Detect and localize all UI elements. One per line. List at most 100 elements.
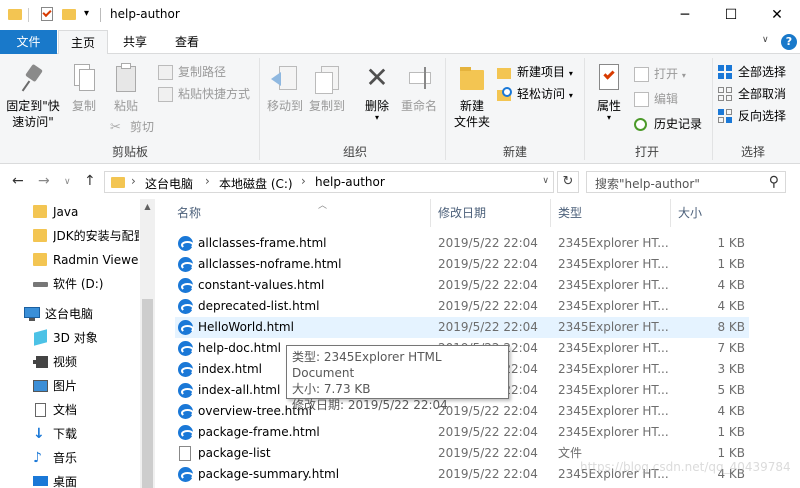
refresh-button[interactable]: ↻ (557, 171, 579, 193)
breadcrumb-local-disk[interactable]: 本地磁盘 (C:) (219, 175, 293, 192)
new-item-dropdown-icon: ▾ (568, 69, 573, 78)
file-size: 1 KB (717, 425, 745, 439)
new-folder-quick-icon[interactable] (62, 6, 76, 22)
paste-shortcut-button[interactable]: 粘贴快捷方式 (158, 84, 250, 104)
breadcrumb-help-author[interactable]: help-author (315, 175, 385, 189)
copy-button[interactable]: 复制 (64, 56, 104, 114)
maximize-button[interactable]: ☐ (708, 0, 754, 30)
copy-icon (68, 62, 100, 94)
nav-item-label: 3D 对象 (53, 331, 98, 345)
delete-dropdown-icon: ▾ (374, 113, 379, 122)
file-type: 2345Explorer HT... (558, 257, 669, 271)
scroll-thumb[interactable] (142, 299, 153, 488)
drive-icon (33, 277, 49, 291)
column-header-name[interactable]: ︿ 名称 (177, 199, 327, 227)
column-divider[interactable] (670, 199, 671, 227)
move-to-button[interactable]: 移动到 (264, 56, 306, 114)
nav-item-label: 文档 (53, 403, 78, 417)
title-separator (100, 8, 101, 22)
select-none-button[interactable]: 全部取消 (718, 84, 786, 104)
html-file-icon (178, 383, 194, 398)
video-icon (33, 355, 49, 369)
file-row[interactable]: package-frame.html 2019/5/22 22:04 2345Exp… (175, 422, 749, 443)
music-icon: ♪ (33, 450, 42, 466)
file-size: 1 KB (717, 257, 745, 271)
properties-quick-icon[interactable] (40, 6, 54, 22)
delete-button[interactable]: ✕ 删除 ▾ (360, 56, 394, 122)
breadcrumb-this-pc[interactable]: 这台电脑 (145, 175, 193, 192)
html-file-icon (178, 299, 194, 314)
tab-file[interactable]: 文件 (0, 30, 57, 54)
pin-quick-access-button[interactable]: 固定到"快速访问" (4, 56, 62, 130)
search-input[interactable]: 搜索"help-author" ⚲ (586, 171, 786, 193)
paste-button[interactable]: 粘贴 (106, 56, 146, 114)
tab-view[interactable]: 查看 (162, 30, 212, 54)
computer-icon (24, 307, 40, 321)
help-icon[interactable]: ? (781, 34, 797, 50)
refresh-icon: ↻ (562, 174, 574, 189)
invert-selection-icon (718, 109, 733, 124)
column-header-size[interactable]: 大小 (678, 199, 702, 227)
up-arrow-icon[interactable]: ↑ (84, 173, 96, 189)
cut-label: 剪切 (130, 120, 155, 134)
qa-dropdown-icon[interactable]: ▾ (84, 6, 98, 22)
edit-button[interactable]: 编辑 (634, 89, 678, 109)
html-file-icon (178, 257, 194, 272)
back-arrow-icon[interactable]: ← (12, 173, 24, 189)
file-name: allclasses-noframe.html (198, 257, 342, 271)
file-name: package-frame.html (198, 425, 320, 439)
file-date: 2019/5/22 22:04 (438, 278, 538, 292)
history-button[interactable]: 历史记录 (634, 114, 702, 134)
minimize-button[interactable]: ─ (662, 0, 708, 30)
file-size: 4 KB (717, 278, 745, 292)
file-row[interactable]: constant-values.html 2019/5/22 22:04 2345E… (175, 275, 749, 296)
pictures-icon (33, 379, 49, 393)
nav-scrollbar[interactable]: ▲ (140, 199, 155, 488)
file-row[interactable]: allclasses-frame.html 2019/5/22 22:04 2345… (175, 233, 749, 254)
new-folder-button[interactable]: 新建 文件夹 (450, 56, 494, 130)
group-separator (712, 58, 713, 160)
generic-file-icon (179, 446, 191, 461)
column-divider[interactable] (550, 199, 551, 227)
address-dropdown-icon[interactable]: ∨ (542, 176, 549, 186)
folder-icon (33, 229, 49, 243)
properties-button[interactable]: 属性 ▾ (590, 56, 628, 122)
forward-arrow-icon[interactable]: → (38, 173, 50, 189)
file-date: 2019/5/22 22:04 (438, 467, 538, 481)
scroll-up-arrow-icon[interactable]: ▲ (140, 199, 155, 214)
file-row[interactable]: HelloWorld.html 2019/5/22 22:04 2345Explor… (175, 317, 749, 338)
copy-path-button[interactable]: 复制路径 (158, 62, 226, 82)
nav-item-label: Radmin Viewer (53, 253, 139, 267)
copy-path-icon (158, 65, 173, 80)
scissors-icon: ✂ (110, 120, 121, 135)
file-row[interactable]: allclasses-noframe.html 2019/5/22 22:04 23… (175, 254, 749, 275)
column-header-type[interactable]: 类型 (558, 199, 582, 227)
easy-access-button[interactable]: 轻松访问 ▾ (497, 84, 573, 104)
folder-icon (33, 253, 49, 267)
column-divider[interactable] (430, 199, 431, 227)
recent-locations-icon[interactable]: ∨ (64, 177, 71, 187)
close-button[interactable]: ✕ (754, 0, 800, 30)
file-type: 2345Explorer HT... (558, 320, 669, 334)
collapse-ribbon-icon[interactable]: ∨ (762, 35, 769, 45)
file-row[interactable]: deprecated-list.html 2019/5/22 22:04 2345E… (175, 296, 749, 317)
address-bar[interactable]: › 这台电脑 › 本地磁盘 (C:) › help-author ∨ (104, 171, 554, 193)
invert-selection-button[interactable]: 反向选择 (718, 106, 786, 126)
file-type: 2345Explorer HT... (558, 362, 669, 376)
folder-icon[interactable] (8, 6, 22, 22)
rename-button[interactable]: 重命名 (398, 56, 440, 114)
cut-button[interactable]: ✂ 剪切 (110, 117, 154, 137)
tab-share[interactable]: 共享 (110, 30, 160, 54)
move-to-icon (269, 62, 301, 94)
paste-shortcut-icon (158, 87, 173, 102)
tab-home[interactable]: 主页 (58, 30, 108, 55)
new-item-button[interactable]: 新建项目 ▾ (497, 62, 573, 82)
copy-to-button[interactable]: 复制到 (306, 56, 348, 114)
file-name: allclasses-frame.html (198, 236, 327, 250)
file-date: 2019/5/22 22:04 (438, 299, 538, 313)
ribbon-tabs: 文件 主页 共享 查看 ∨ ? (0, 30, 800, 55)
column-header-date[interactable]: 修改日期 (438, 199, 486, 227)
select-all-button[interactable]: 全部选择 (718, 62, 786, 82)
open-button[interactable]: 打开 ▾ (634, 64, 686, 84)
file-size: 7 KB (717, 341, 745, 355)
